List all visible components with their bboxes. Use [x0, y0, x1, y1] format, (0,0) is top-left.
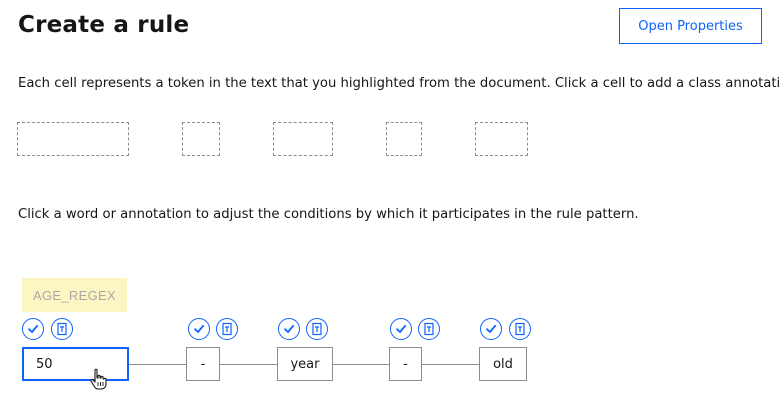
token-box[interactable]: -	[186, 347, 220, 381]
checkmark-icon[interactable]	[480, 318, 502, 340]
annotation-cell-1[interactable]	[17, 122, 129, 156]
annotation-cell-2[interactable]	[182, 122, 220, 156]
annotation-cell-3[interactable]	[273, 122, 333, 156]
text-token-icon[interactable]	[418, 318, 440, 340]
token-box[interactable]: year	[277, 347, 333, 381]
conditions-instruction: Click a word or annotation to adjust the…	[18, 207, 639, 222]
token-connector	[128, 364, 186, 365]
annotation-cell-5[interactable]	[475, 122, 528, 156]
annotation-tag[interactable]: AGE_REGEX	[22, 278, 127, 312]
token-box[interactable]: -	[389, 347, 422, 381]
hand-pointer-icon	[90, 368, 107, 390]
checkmark-icon[interactable]	[390, 318, 412, 340]
text-token-icon[interactable]	[509, 318, 531, 340]
token-connector	[332, 364, 390, 365]
open-properties-button[interactable]: Open Properties	[619, 8, 762, 44]
checkmark-icon[interactable]	[278, 318, 300, 340]
cells-instruction: Each cell represents a token in the text…	[18, 76, 780, 91]
text-token-icon[interactable]	[51, 318, 73, 340]
token-box[interactable]: old	[479, 347, 527, 381]
checkmark-icon[interactable]	[22, 318, 44, 340]
token-box[interactable]: 50	[22, 347, 129, 381]
checkmark-icon[interactable]	[188, 318, 210, 340]
token-connector	[219, 364, 278, 365]
annotation-cell-4[interactable]	[386, 122, 422, 156]
text-token-icon[interactable]	[306, 318, 328, 340]
page-title: Create a rule	[18, 12, 190, 38]
token-connector	[421, 364, 480, 365]
text-token-icon[interactable]	[216, 318, 238, 340]
